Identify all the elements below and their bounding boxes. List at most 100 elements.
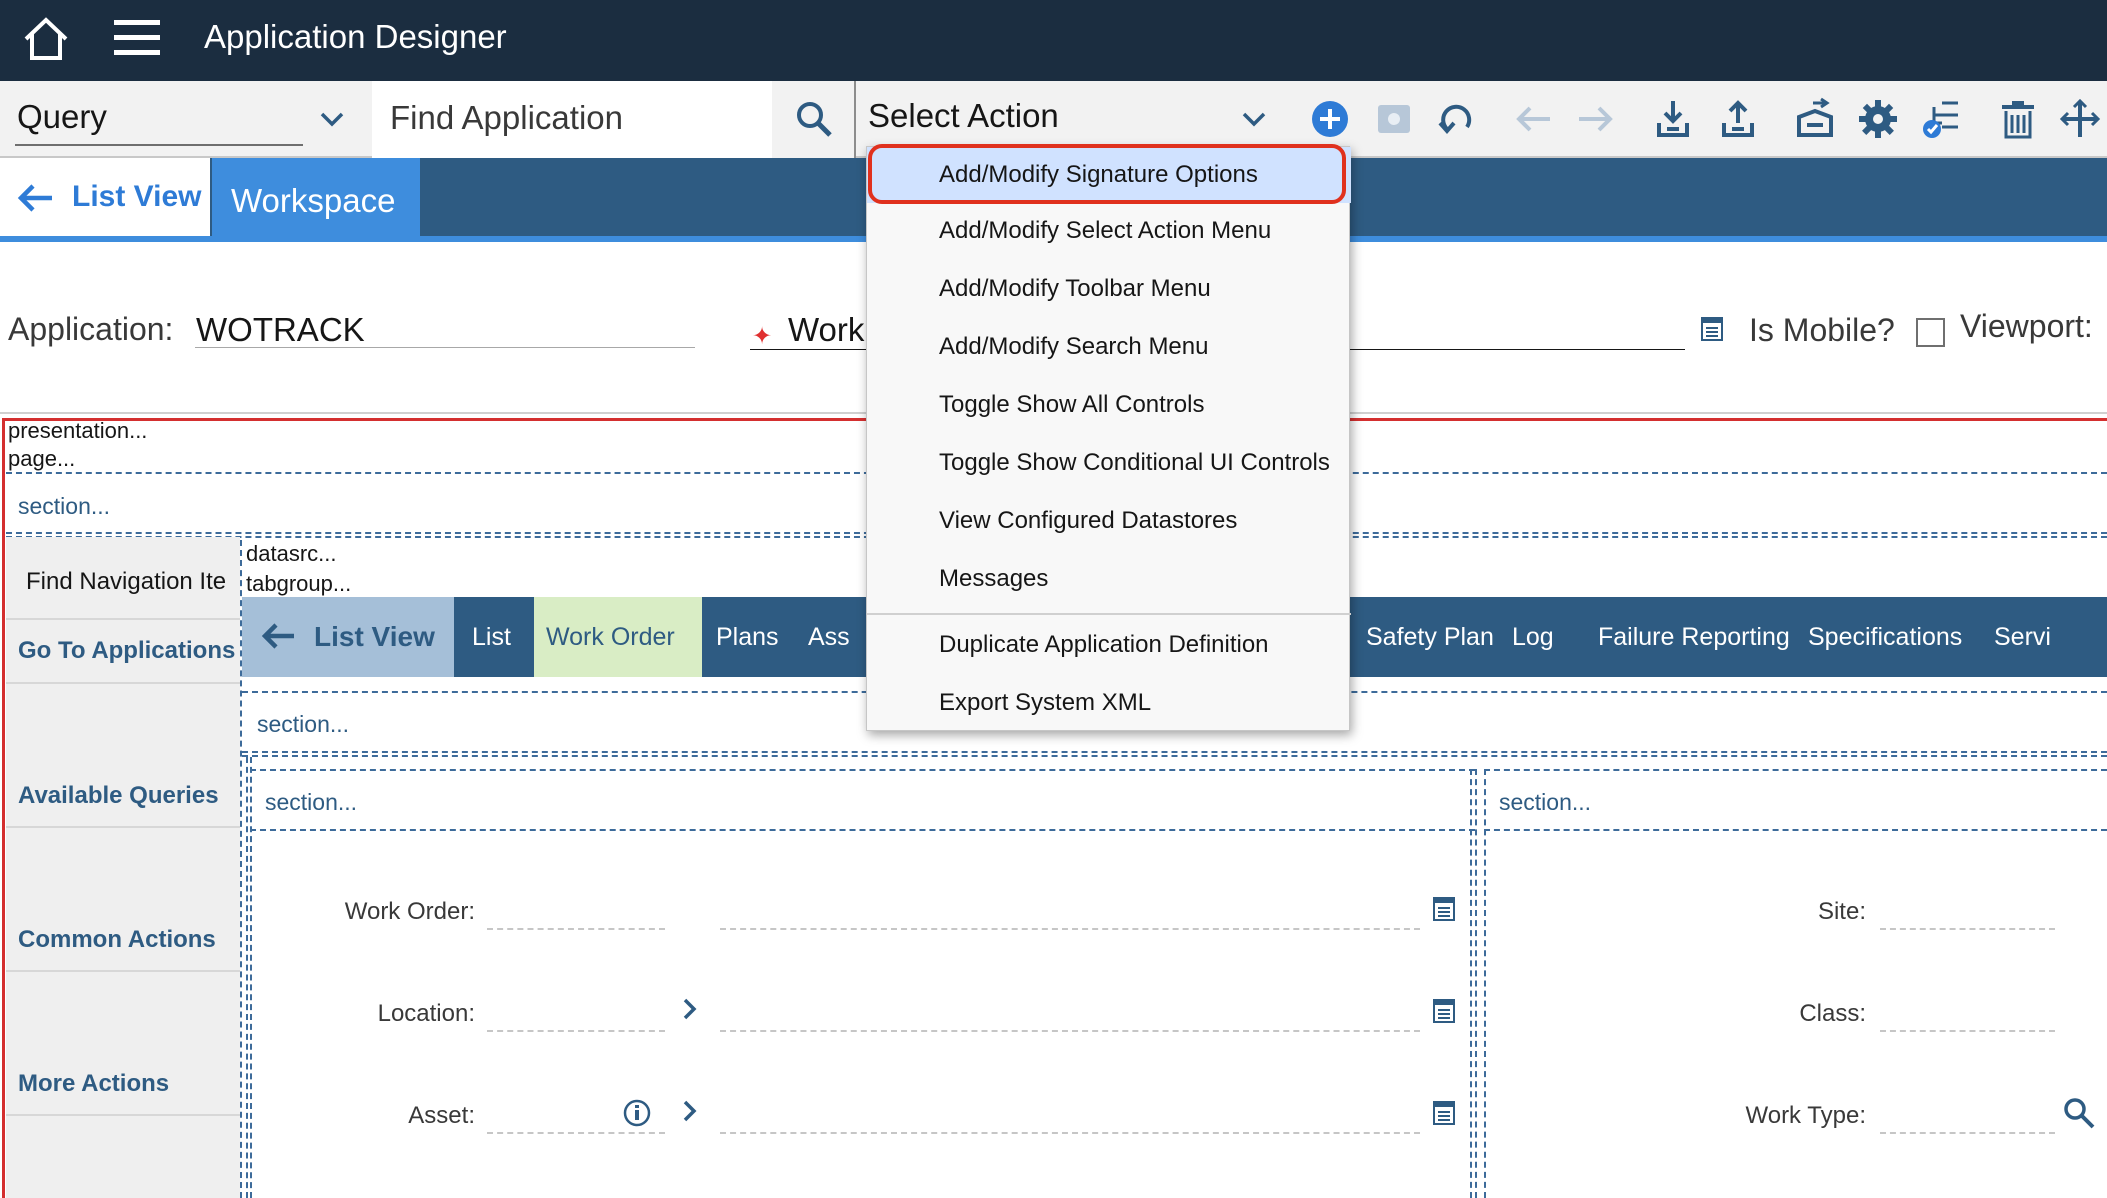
datasrc-label[interactable]: datasrc... — [246, 541, 336, 567]
import-file-icon[interactable] — [1793, 97, 1837, 141]
nav-common-actions[interactable]: Common Actions — [18, 926, 216, 954]
add-icon[interactable] — [1308, 97, 1352, 141]
hamburger-menu-icon[interactable] — [112, 14, 164, 62]
import-icon[interactable] — [1651, 97, 1695, 141]
menu-item-messages[interactable]: Messages — [867, 551, 1351, 607]
right-column-border — [1484, 829, 2107, 831]
chevron-right-icon[interactable] — [680, 1098, 700, 1124]
menu-item-export-system-xml[interactable]: Export System XML — [867, 675, 1351, 731]
application-underline — [195, 347, 695, 348]
menu-item-add-modify-toolbar-menu[interactable]: Add/Modify Toolbar Menu — [867, 261, 1351, 317]
tab-log-label: Log — [1512, 623, 1554, 651]
description-field[interactable]: Work — [788, 311, 864, 349]
nav-available-queries[interactable]: Available Queries — [18, 782, 219, 810]
section-border — [242, 751, 2107, 753]
section-label[interactable]: section... — [18, 493, 110, 520]
location-field[interactable] — [487, 1030, 665, 1032]
move-icon[interactable] — [2058, 97, 2102, 141]
delete-icon[interactable] — [1996, 97, 2040, 141]
tab-specifications[interactable]: Specifications — [1794, 597, 1964, 677]
presentation-label[interactable]: presentation... — [8, 418, 147, 444]
nav-separator — [6, 618, 240, 620]
app-header: Application Designer — [0, 0, 2107, 81]
long-description-icon[interactable] — [1700, 316, 1724, 342]
search-button[interactable] — [772, 81, 856, 158]
find-application-placeholder: Find Application — [390, 99, 623, 136]
back-arrow-icon[interactable] — [1512, 97, 1556, 141]
section-label[interactable]: section... — [265, 789, 357, 816]
tabgroup-label[interactable]: tabgroup... — [246, 571, 351, 597]
tab-list-view-label: List View — [314, 621, 435, 652]
application-field[interactable]: WOTRACK — [196, 311, 365, 349]
menu-item-label: Messages — [939, 565, 1049, 592]
info-icon[interactable] — [622, 1098, 652, 1128]
menu-item-view-configured-datastores[interactable]: View Configured Datastores — [867, 493, 1351, 549]
menu-item-add-modify-search-menu[interactable]: Add/Modify Search Menu — [867, 319, 1351, 375]
tab-work-order[interactable]: Work Order — [534, 597, 702, 677]
chevron-down-icon[interactable] — [1238, 103, 1270, 135]
tab-safety-plan[interactable]: Safety Plan — [1350, 597, 1494, 677]
chevron-down-icon[interactable] — [316, 103, 348, 135]
tab-services-label: Servi — [1994, 623, 2051, 651]
nav-more-actions[interactable]: More Actions — [18, 1070, 169, 1098]
work-order-label: Work Order: — [344, 898, 475, 925]
work-order-description-field[interactable] — [720, 928, 1420, 930]
location-description-field[interactable] — [720, 1030, 1420, 1032]
back-arrow-icon — [17, 184, 52, 212]
asset-field[interactable] — [487, 1132, 665, 1134]
tab-work-order-label: Work Order — [546, 623, 675, 651]
menu-item-toggle-show-conditional-ui-controls[interactable]: Toggle Show Conditional UI Controls — [867, 435, 1351, 491]
tab-workspace-label: Workspace — [231, 182, 396, 219]
image-icon[interactable] — [1372, 97, 1416, 141]
undo-icon[interactable] — [1435, 97, 1479, 141]
tab-plans[interactable]: Plans — [702, 597, 792, 677]
page-label[interactable]: page... — [8, 446, 75, 472]
export-icon[interactable] — [1716, 97, 1760, 141]
section-label[interactable]: section... — [1499, 789, 1591, 816]
tab-services[interactable]: Servi — [1982, 597, 2107, 677]
location-label: Location: — [377, 1000, 475, 1027]
work-type-field[interactable] — [1880, 1132, 2055, 1134]
required-star-icon: ✦ — [752, 323, 773, 350]
forward-arrow-icon[interactable] — [1573, 97, 1617, 141]
tab-failure-reporting[interactable]: Failure Reporting — [1594, 597, 1790, 677]
chevron-right-icon[interactable] — [680, 996, 700, 1022]
long-description-icon[interactable] — [1432, 998, 1456, 1024]
long-description-icon[interactable] — [1432, 1100, 1456, 1126]
site-field[interactable] — [1880, 928, 2055, 930]
home-icon[interactable] — [20, 13, 72, 65]
tab-list-view[interactable]: List View — [242, 597, 454, 677]
work-order-field[interactable] — [487, 928, 665, 930]
search-icon[interactable] — [2062, 1096, 2096, 1130]
section-border — [242, 755, 2107, 757]
menu-item-add-modify-select-action-menu[interactable]: Add/Modify Select Action Menu — [867, 203, 1351, 259]
tab-specifications-label: Specifications — [1808, 623, 1963, 651]
menu-item-duplicate-application-definition[interactable]: Duplicate Application Definition — [867, 617, 1351, 673]
find-application-input[interactable]: Find Application — [372, 81, 772, 158]
left-column-border — [250, 769, 1475, 771]
site-label: Site: — [1817, 898, 1866, 925]
nav-go-to-applications[interactable]: Go To Applications — [18, 637, 235, 665]
settings-icon[interactable] — [1856, 97, 1900, 141]
tab-list[interactable]: List — [454, 597, 534, 677]
tab-workspace[interactable]: Workspace — [212, 158, 420, 242]
section-label[interactable]: section... — [257, 711, 349, 738]
long-description-icon[interactable] — [1432, 896, 1456, 922]
menu-item-label: View Configured Datastores — [939, 507, 1238, 534]
find-navigation-item[interactable]: Find Navigation Ite — [26, 568, 226, 596]
tab-list-view[interactable]: List View — [0, 158, 210, 236]
query-select[interactable]: Query — [0, 81, 370, 158]
menu-item-label: Toggle Show All Controls — [939, 391, 1205, 418]
tab-safety-plan-label: Safety Plan — [1366, 623, 1494, 651]
is-mobile-checkbox[interactable] — [1916, 318, 1945, 347]
tab-log[interactable]: Log — [1512, 597, 1572, 677]
column-divider — [1475, 769, 1477, 1198]
tree-icon[interactable] — [1920, 97, 1964, 141]
tab-plans-label: Plans — [716, 623, 779, 651]
app-title: Application Designer — [204, 18, 507, 55]
asset-description-field[interactable] — [720, 1132, 1420, 1134]
menu-item-label: Duplicate Application Definition — [939, 631, 1269, 658]
class-field[interactable] — [1880, 1030, 2055, 1032]
menu-item-toggle-show-all-controls[interactable]: Toggle Show All Controls — [867, 377, 1351, 433]
section-border — [246, 757, 248, 1198]
